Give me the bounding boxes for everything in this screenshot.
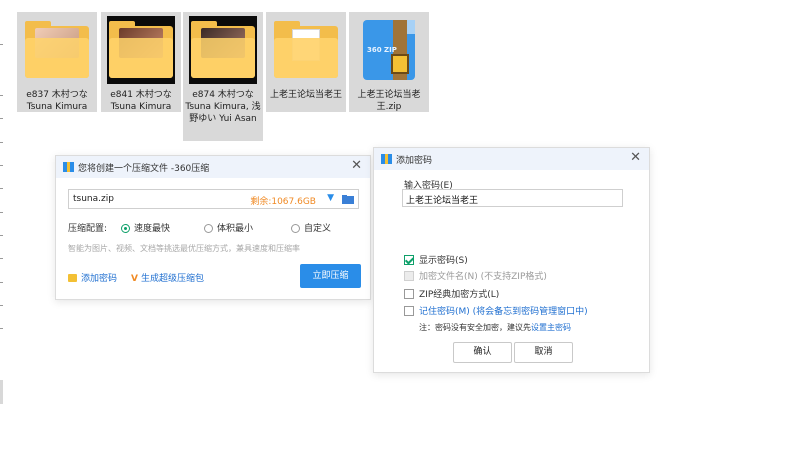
confirm-button[interactable]: 确认 (453, 342, 512, 363)
password-dialog-titlebar: 添加密码 ✕ (374, 148, 649, 170)
start-compress-button[interactable]: 立即压缩 (300, 264, 361, 288)
compress-config-row: 压缩配置: (68, 221, 107, 234)
zip-archive-icon: 360 ZIP (355, 16, 423, 84)
file-name: e841 木村つな Tsuna Kimura (110, 90, 172, 112)
zip-icon-text: 360 ZIP (367, 46, 397, 54)
password-dialog-title: 添加密码 (396, 156, 433, 166)
add-password-link[interactable]: 添加密码 (68, 271, 117, 284)
file-item[interactable]: e837 木村つな Tsuna Kimura (17, 12, 97, 112)
file-item[interactable]: e841 木村つな Tsuna Kimura (101, 12, 181, 112)
checkbox-icon (404, 289, 414, 299)
option-fastest[interactable]: 速度最快 (121, 221, 170, 234)
cancel-button[interactable]: 取消 (514, 342, 573, 363)
folder-icon (23, 16, 91, 84)
super-package-link[interactable]: V 生成超级压缩包 (131, 271, 204, 284)
password-input[interactable]: 上老王论坛当老王 (402, 189, 623, 207)
compress-dialog-title: 您将创建一个压缩文件 -360压缩 (78, 164, 210, 174)
file-item[interactable]: 360 ZIP 上老王论坛当老王.zip (349, 12, 429, 112)
password-dialog: 添加密码 ✕ 输入密码(E) 上老王论坛当老王 显示密码(S) 加密文件名(N)… (373, 147, 650, 373)
archive-icon (381, 154, 392, 164)
radio-selected-icon (121, 224, 130, 233)
file-name: 上老王论坛当老王 (269, 90, 342, 100)
compress-dialog: 您将创建一个压缩文件 -360压缩 ✕ tsuna.zip 剩余:1067.6G… (55, 155, 371, 300)
folder-icon (272, 16, 340, 84)
remember-password-checkbox[interactable]: 记住密码(M) (将会备忘到密码管理窗口中) (404, 304, 588, 317)
password-value: 上老王论坛当老王 (406, 196, 479, 206)
show-password-checkbox[interactable]: 显示密码(S) (404, 253, 468, 266)
zip-classic-checkbox[interactable]: ZIP经典加密方式(L) (404, 287, 499, 300)
compress-hint: 智能为图片、视频、文档等挑选最优压缩方式，兼具速度和压缩率 (68, 244, 300, 253)
file-item[interactable]: e874 木村つな Tsuna Kimura, 浅野ゆい Yui Asan (183, 12, 263, 141)
archive-icon (63, 162, 74, 172)
file-name: e874 木村つな Tsuna Kimura, 浅野ゆい Yui Asan (185, 90, 261, 124)
radio-icon (291, 224, 300, 233)
checkbox-checked-icon (404, 255, 414, 265)
folder-browse-icon[interactable] (342, 194, 354, 204)
file-item[interactable]: 上老王论坛当老王 (266, 12, 346, 112)
set-master-password-link[interactable]: 设置主密码 (531, 323, 571, 332)
option-custom[interactable]: 自定义 (291, 221, 331, 234)
option-smallest[interactable]: 体积最小 (204, 221, 253, 234)
archive-name-value: tsuna.zip (73, 194, 114, 204)
close-icon[interactable]: ✕ (630, 151, 641, 165)
archive-name-field[interactable]: tsuna.zip 剩余:1067.6GB ▼ (68, 189, 359, 209)
chevron-down-icon[interactable]: ▼ (327, 193, 334, 203)
scroll-grip[interactable] (0, 380, 3, 404)
folder-icon (189, 16, 257, 84)
folder-icon (107, 16, 175, 84)
encrypt-filenames-checkbox: 加密文件名(N) (不支持ZIP格式) (404, 269, 547, 282)
file-name: 上老王论坛当老王.zip (357, 90, 421, 112)
lock-icon (68, 274, 77, 282)
close-icon[interactable]: ✕ (351, 159, 362, 173)
config-label: 压缩配置: (68, 224, 108, 234)
remaining-space: 剩余:1067.6GB (250, 197, 316, 207)
left-edge (0, 0, 3, 465)
v-badge-icon: V (131, 274, 138, 284)
password-note: 注：密码没有安全加密，建议先设置主密码 (419, 323, 571, 332)
radio-icon (204, 224, 213, 233)
checkbox-disabled-icon (404, 271, 414, 281)
compress-dialog-titlebar: 您将创建一个压缩文件 -360压缩 ✕ (56, 156, 370, 178)
checkbox-icon (404, 306, 414, 316)
file-name: e837 木村つな Tsuna Kimura (26, 90, 88, 112)
